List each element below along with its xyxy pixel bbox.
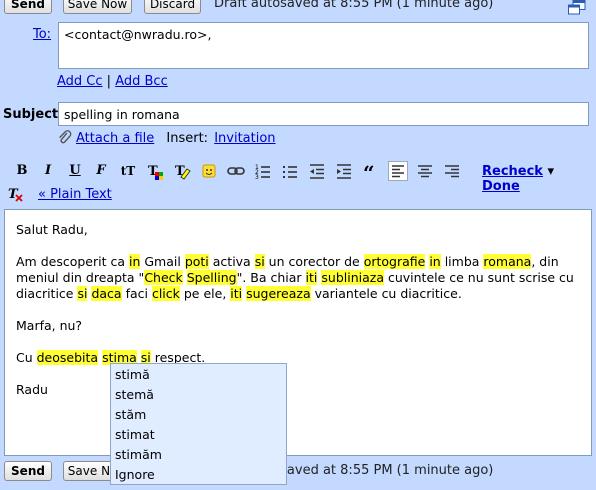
indent-less-icon[interactable] [307, 161, 327, 181]
invitation-link[interactable]: Invitation [214, 131, 275, 146]
done-link[interactable]: Done [482, 179, 520, 194]
save-now-button-top[interactable]: Save Now [63, 0, 132, 14]
numbered-list-icon[interactable]: 123 [253, 161, 273, 181]
body-text: Gmail [140, 254, 185, 269]
font-button[interactable]: F [91, 161, 111, 181]
body-text: Cu [16, 350, 37, 365]
to-label[interactable]: To: [33, 27, 51, 42]
misspelled-word[interactable]: sugereaza [246, 286, 311, 301]
bulleted-list-icon[interactable] [280, 161, 300, 181]
underline-button[interactable]: U [65, 161, 85, 181]
insert-label: Insert: [166, 131, 209, 146]
send-button-top[interactable]: Send [4, 0, 52, 14]
highlight-color-icon[interactable]: T [172, 161, 192, 181]
suggestion-item[interactable]: stimăm [111, 445, 286, 465]
body-text: ". Ba chiar [236, 270, 306, 285]
body-text: faci [121, 286, 152, 301]
plain-text-link[interactable]: « Plain Text [38, 187, 112, 202]
misspelled-word[interactable]: Check [144, 270, 183, 285]
body-paragraph-2: Marfa, nu? [16, 318, 83, 333]
draft-status-top: Draft autosaved at 8:55 PM (1 minute ago… [214, 0, 494, 11]
paperclip-icon [57, 130, 73, 146]
add-bcc-link[interactable]: Add Bcc [115, 74, 168, 89]
misspelled-word[interactable]: Spelling [186, 270, 237, 285]
misspelled-word[interactable]: romana [483, 254, 532, 269]
body-signature: Radu [16, 382, 48, 397]
misspelled-word[interactable]: iti [305, 270, 318, 285]
body-paragraph-1: Am descoperit ca in Gmail poti activa si… [16, 254, 580, 302]
align-right-icon[interactable] [442, 161, 462, 181]
body-text: activa [208, 254, 255, 269]
svg-text:“: “ [363, 161, 375, 181]
message-body[interactable]: Salut Radu, Am descoperit ca in Gmail po… [4, 209, 592, 456]
misspelled-word[interactable]: si [77, 286, 88, 301]
smiley-icon[interactable] [199, 161, 219, 181]
add-cc-link[interactable]: Add Cc [57, 74, 103, 89]
body-text: variantele cu diacritice. [310, 286, 462, 301]
to-field[interactable]: <contact@nwradu.ro>, [58, 22, 589, 69]
spellcheck-controls: Recheck ▾ Done [482, 164, 596, 194]
misspelled-word[interactable]: click [151, 286, 180, 301]
align-center-icon[interactable] [415, 161, 435, 181]
link-icon[interactable] [226, 161, 246, 181]
recheck-link[interactable]: Recheck [482, 164, 543, 179]
new-window-icon[interactable] [568, 0, 586, 15]
body-paragraph-3: Cu deosebita stima si respect. [16, 350, 580, 366]
suggestion-item[interactable]: stemă [111, 385, 286, 405]
body-text: un corector de [264, 254, 364, 269]
misspelled-word[interactable]: iti [230, 286, 243, 301]
body-text: Am descoperit ca [16, 254, 129, 269]
misspelled-word[interactable]: deosebita [36, 350, 99, 365]
cc-separator: | [106, 74, 112, 89]
misspelled-word[interactable]: poti [184, 254, 209, 269]
send-button-bottom[interactable]: Send [4, 461, 52, 481]
misspelled-word[interactable]: subliniaza [321, 270, 384, 285]
body-greeting: Salut Radu, [16, 222, 88, 237]
text-color-icon[interactable]: T [145, 161, 165, 181]
suggestion-item[interactable]: stimă [111, 365, 286, 385]
body-text: pe ele, [179, 286, 231, 301]
subject-field[interactable]: spelling in romana [58, 102, 589, 126]
quote-icon[interactable]: “ [361, 161, 381, 185]
attach-row: Attach a file Insert: Invitation [76, 131, 276, 146]
body-text: limba [440, 254, 484, 269]
suggestion-item[interactable]: stăm [111, 405, 286, 425]
italic-button[interactable]: I [38, 161, 58, 181]
ignore-suggestion[interactable]: Ignore [111, 465, 286, 485]
spelling-suggestions-menu: stimă stemă stăm stimat stimăm Ignore [110, 363, 287, 485]
misspelled-word[interactable]: si [254, 254, 265, 269]
chevron-down-icon[interactable]: ▾ [548, 164, 555, 179]
attach-file-link[interactable]: Attach a file [76, 131, 154, 146]
misspelled-word[interactable]: daca [91, 286, 122, 301]
misspelled-word[interactable]: in [128, 254, 141, 269]
remove-formatting-icon[interactable]: T [7, 186, 23, 202]
svg-text:3: 3 [255, 174, 259, 181]
indent-more-icon[interactable] [334, 161, 354, 181]
subject-label: Subject: [3, 107, 64, 122]
align-left-icon[interactable] [388, 161, 408, 181]
discard-button-top[interactable]: Discard [144, 0, 201, 14]
bold-button[interactable]: B [12, 161, 32, 181]
misspelled-word[interactable]: ortografie [363, 254, 426, 269]
misspelled-word[interactable]: in [429, 254, 441, 269]
suggestion-item[interactable]: stimat [111, 425, 286, 445]
cc-links: Add Cc | Add Bcc [57, 74, 168, 89]
font-size-button[interactable]: tT [118, 161, 138, 181]
